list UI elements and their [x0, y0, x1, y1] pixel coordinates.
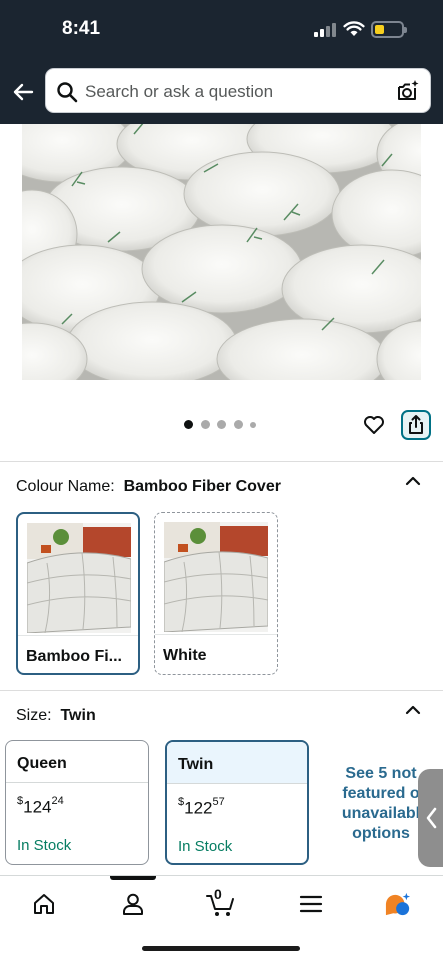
carousel-dot[interactable]	[217, 420, 226, 429]
battery-icon	[371, 21, 407, 38]
side-panel-tab[interactable]	[418, 769, 443, 867]
heart-icon[interactable]	[362, 413, 386, 437]
carousel-dot[interactable]	[184, 420, 193, 429]
size-option-price: $12257	[178, 796, 225, 818]
colour-option-bamboo[interactable]: Bamboo Fi...	[16, 512, 140, 675]
colour-label-row: Colour Name: Bamboo Fiber Cover	[16, 478, 281, 496]
carousel-dot[interactable]	[233, 420, 243, 429]
home-indicator	[142, 946, 300, 951]
share-icon	[409, 415, 423, 434]
size-option-stock: In Stock	[17, 837, 72, 854]
cellular-signal-icon	[314, 23, 336, 37]
size-label-row: Size: Twin	[16, 707, 96, 725]
size-option-queen[interactable]: Queen $12424 In Stock	[5, 740, 149, 865]
size-option-price: $12424	[17, 795, 64, 817]
chevron-up-icon[interactable]	[405, 705, 421, 715]
swatch-thumbnail	[164, 522, 268, 632]
battery-level	[375, 25, 384, 34]
size-label: Size:	[16, 707, 52, 724]
colour-option-label: White	[163, 647, 207, 664]
wifi-icon	[343, 21, 365, 36]
chevron-left-icon	[426, 807, 437, 829]
colour-option-white[interactable]: White	[154, 512, 278, 675]
colour-label: Colour Name:	[16, 478, 115, 495]
section-divider	[0, 690, 443, 691]
cart-count: 0	[214, 886, 222, 902]
share-button[interactable]	[401, 410, 431, 440]
camera-lens-icon[interactable]	[396, 79, 420, 103]
carousel-dots[interactable]	[184, 420, 264, 430]
size-option-name: Queen	[17, 755, 67, 772]
see-more-options-link[interactable]: See 5 not featured o unavailabl options	[330, 764, 432, 844]
colour-option-label: Bamboo Fi...	[26, 648, 122, 665]
size-option-name: Twin	[178, 756, 214, 773]
menu-icon[interactable]	[298, 891, 324, 917]
colour-selected-value: Bamboo Fiber Cover	[123, 478, 281, 495]
search-bar[interactable]: Search or ask a question	[45, 68, 431, 113]
back-arrow-icon[interactable]	[11, 80, 35, 104]
search-input[interactable]: Search or ask a question	[85, 82, 273, 102]
carousel-dot[interactable]	[200, 420, 210, 429]
status-time: 8:41	[62, 18, 101, 39]
swatch-divider	[18, 635, 138, 636]
size-option-twin[interactable]: Twin $12257 In Stock	[165, 740, 309, 865]
app-screen: 8:41 Search or ask a question Colour Nam…	[0, 0, 443, 960]
top-bar: 8:41 Search or ask a question	[0, 0, 443, 124]
size-option-stock: In Stock	[178, 838, 233, 855]
bottom-nav: 0	[0, 875, 443, 960]
chevron-up-icon[interactable]	[405, 476, 421, 486]
active-tab-indicator	[110, 876, 156, 880]
swatch-thumbnail	[27, 523, 131, 633]
section-divider	[0, 461, 443, 462]
home-icon[interactable]	[31, 891, 57, 917]
carousel-dot[interactable]	[250, 421, 256, 428]
mattress-topper-photo	[22, 124, 421, 380]
size-selected-value: Twin	[60, 707, 96, 724]
search-icon	[57, 82, 78, 103]
swatch-divider	[155, 634, 277, 635]
product-image[interactable]	[22, 124, 421, 380]
rufus-assistant-icon[interactable]	[383, 891, 413, 917]
account-icon[interactable]	[120, 891, 146, 917]
